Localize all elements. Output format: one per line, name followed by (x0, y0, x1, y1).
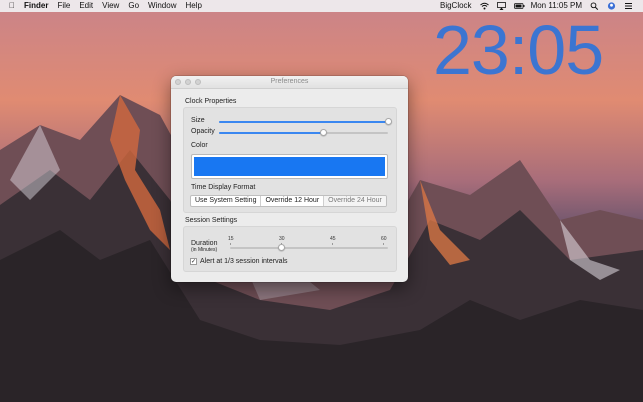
duration-tick-45: 45 (330, 236, 336, 242)
duration-tick-60: 60 (381, 236, 387, 242)
size-slider-knob[interactable] (384, 118, 392, 125)
alert-checkbox[interactable]: ✓ (190, 258, 197, 265)
airplay-icon[interactable] (496, 2, 506, 10)
user-icon[interactable] (607, 2, 616, 10)
duration-unit-label: (in Minutes) (191, 247, 218, 253)
wifi-icon[interactable] (479, 2, 489, 10)
duration-tick-mark (332, 243, 333, 245)
color-label: Color (191, 142, 208, 149)
time-format-label: Time Display Format (191, 184, 256, 191)
window-title: Preferences (270, 78, 309, 85)
alert-checkbox-label[interactable]: Alert at 1/3 session intervals (200, 258, 288, 265)
menu-view[interactable]: View (102, 0, 119, 12)
battery-icon[interactable] (513, 2, 525, 10)
segment-use-system-setting[interactable]: Use System Setting (191, 196, 262, 206)
menu-go[interactable]: Go (128, 0, 139, 12)
menu-help[interactable]: Help (185, 0, 201, 12)
menu-edit[interactable]: Edit (79, 0, 93, 12)
segment-override-24-hour[interactable]: Override 24 Hour (324, 196, 386, 206)
duration-label: Duration (191, 240, 218, 247)
control-center-icon[interactable] (624, 2, 633, 10)
color-well[interactable] (191, 154, 388, 179)
duration-tick-15: 15 (228, 236, 234, 242)
segment-override-12-hour[interactable]: Override 12 Hour (261, 196, 325, 206)
opacity-slider-fill (219, 132, 324, 134)
clock-properties-title: Clock Properties (185, 98, 237, 105)
duration-tick-mark (230, 243, 231, 245)
desktop-clock: 23:05 (433, 11, 604, 89)
opacity-label: Opacity (191, 128, 215, 135)
duration-slider-knob[interactable] (277, 244, 285, 251)
preferences-window: Preferences Clock Properties Size Opacit… (171, 76, 408, 282)
search-icon[interactable] (590, 2, 599, 10)
menu-file[interactable]: File (57, 0, 70, 12)
apple-icon[interactable]:  (9, 0, 15, 12)
menu-app-name[interactable]: Finder (24, 0, 48, 12)
duration-tick-mark (383, 243, 384, 245)
window-titlebar[interactable]: Preferences (171, 76, 408, 89)
size-label: Size (191, 117, 205, 124)
size-slider-fill (219, 121, 388, 123)
session-settings-title: Session Settings (185, 217, 238, 224)
menu-window[interactable]: Window (148, 0, 176, 12)
duration-tick-30: 30 (279, 236, 285, 242)
time-format-segmented-control[interactable]: Use System Setting Override 12 Hour Over… (190, 195, 387, 207)
color-swatch (194, 157, 385, 176)
duration-slider-track[interactable] (230, 247, 388, 249)
